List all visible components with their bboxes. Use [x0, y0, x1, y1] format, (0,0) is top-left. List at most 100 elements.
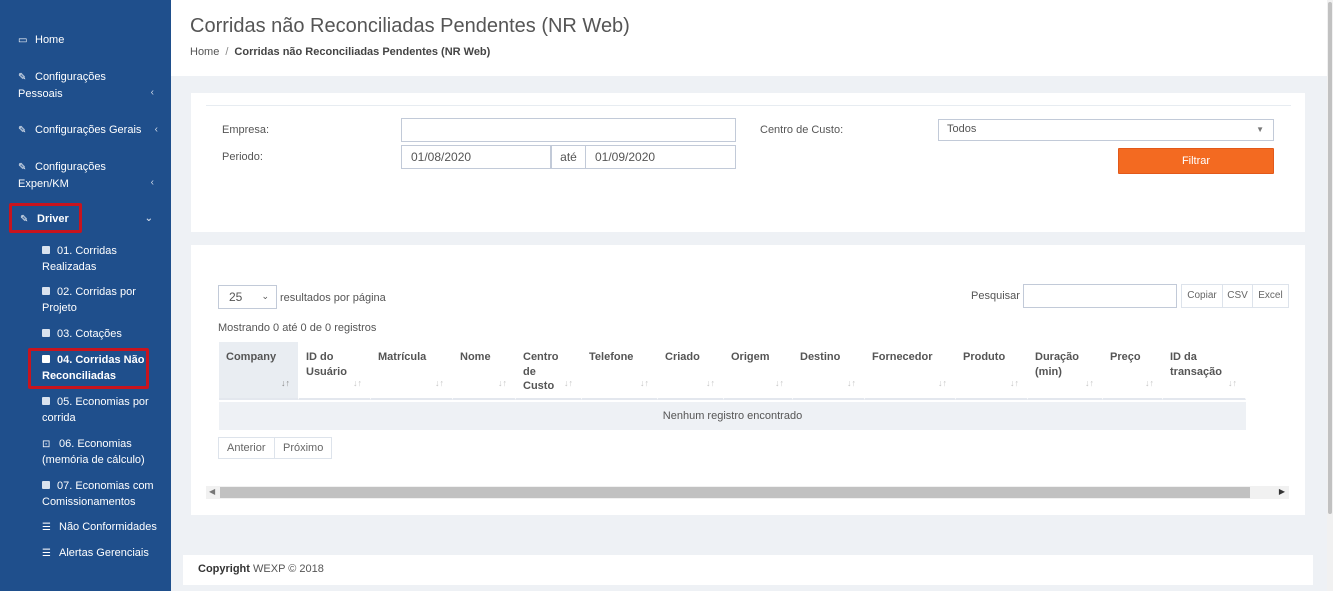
column-header-label: Nome — [460, 351, 491, 363]
sidebar-item-config-expen[interactable]: ✎ Configurações Expen/KM ‹ — [18, 159, 166, 192]
column-header-nome[interactable]: Nome ↓↑ — [453, 342, 516, 400]
centro-custo-label: Centro de Custo: — [760, 124, 844, 136]
next-page-button[interactable]: Próximo — [274, 437, 333, 459]
date-to-input[interactable] — [585, 145, 736, 169]
sidebar-subitem-economias-comissionamentos[interactable]: 07. Economias com Comissionamentos — [42, 479, 167, 510]
copy-button[interactable]: Copiar — [1181, 284, 1223, 308]
sort-icon: ↓↑ — [435, 377, 444, 388]
file-icon — [42, 329, 50, 337]
column-header-centro-custo[interactable]: Centro de Custo ↓↑ — [516, 342, 582, 400]
column-header-label: ID do Usuário — [306, 351, 347, 378]
breadcrumb-separator: / — [225, 46, 229, 58]
file-icon — [42, 355, 50, 363]
page-length-value: 25 — [229, 290, 243, 304]
page-length-select[interactable]: 25 ⌄ — [218, 285, 277, 309]
sidebar-subitem-cotacoes[interactable]: 03. Cotações — [42, 327, 162, 343]
sidebar-subitem-label: 02. Corridas por — [57, 286, 136, 298]
sort-icon: ↓↑ — [640, 377, 649, 388]
date-range-separator: até — [551, 145, 586, 169]
sidebar-subitem-economias-memoria[interactable]: ⊡ 06. Economias (memória de cálculo) — [42, 437, 167, 468]
footer: Copyright WEXP © 2018 — [183, 555, 1313, 585]
chevron-down-icon: ⌄ — [261, 291, 269, 301]
calculator-icon: ⊡ — [42, 439, 51, 450]
sidebar-subitem-label-line2: Reconciliadas — [42, 369, 116, 382]
sidebar-item-config-gerais[interactable]: ✎ Configurações Gerais ‹ — [18, 122, 166, 139]
table-scrollbar-thumb[interactable] — [220, 487, 1250, 498]
column-header-label: Criado — [665, 351, 700, 363]
excel-button[interactable]: Excel — [1252, 284, 1289, 308]
sidebar-subitem-label: Não Conformidades — [59, 521, 157, 533]
sidebar-subitem-label-line2: corrida — [42, 411, 76, 424]
column-header-origem[interactable]: Origem ↓↑ — [724, 342, 793, 400]
file-icon — [42, 397, 50, 405]
empresa-label: Empresa: — [222, 124, 270, 136]
sidebar-subitem-label: 05. Economias por — [57, 396, 149, 408]
column-header-telefone[interactable]: Telefone ↓↑ — [582, 342, 658, 400]
table-horizontal-scrollbar[interactable]: ◀ ▶ — [206, 486, 1289, 499]
column-header-criado[interactable]: Criado ↓↑ — [658, 342, 724, 400]
column-header-duracao[interactable]: Duração (min) ↓↑ — [1028, 342, 1103, 400]
column-header-id-usuario[interactable]: ID do Usuário ↓↑ — [299, 342, 371, 400]
column-header-preco[interactable]: Preço ↓↑ — [1103, 342, 1163, 400]
search-input[interactable] — [1023, 284, 1177, 308]
page-scrollbar[interactable] — [1327, 0, 1333, 591]
csv-button[interactable]: CSV — [1222, 284, 1253, 308]
sidebar-subitem-economias-corrida[interactable]: 05. Economias por corrida — [42, 395, 162, 426]
empresa-input[interactable] — [401, 118, 736, 142]
sidebar-subitem-label-line2: Projeto — [42, 301, 77, 314]
centro-custo-select[interactable]: Todos ▼ — [938, 119, 1274, 141]
scroll-right-icon[interactable]: ▶ — [1279, 487, 1285, 496]
caret-down-icon: ▼ — [1256, 125, 1264, 134]
edit-icon: ✎ — [18, 162, 27, 173]
sidebar-subitem-alertas-gerenciais[interactable]: ☰ Alertas Gerenciais — [42, 546, 167, 562]
sidebar-subitem-nao-conformidades[interactable]: ☰ Não Conformidades — [42, 520, 167, 536]
edit-icon: ✎ — [18, 72, 27, 83]
sort-icon: ↓↑ — [706, 377, 715, 388]
prev-page-button[interactable]: Anterior — [218, 437, 275, 459]
sort-icon: ↓↑ — [938, 377, 947, 388]
column-header-id-transacao[interactable]: ID da transação ↓↑ — [1163, 342, 1246, 400]
sidebar-subitem-corridas-projeto[interactable]: 02. Corridas por Projeto — [42, 285, 162, 316]
column-header-destino[interactable]: Destino ↓↑ — [793, 342, 865, 400]
column-header-matricula[interactable]: Matrícula ↓↑ — [371, 342, 453, 400]
edit-icon: ✎ — [20, 214, 29, 225]
file-icon — [42, 246, 50, 254]
sort-icon: ↓↑ — [775, 377, 784, 388]
sort-icon: ↓↑ — [847, 377, 856, 388]
sidebar-item-driver[interactable]: ✎ Driver ⌄ — [20, 211, 168, 228]
chevron-down-icon: ⌄ — [144, 213, 153, 224]
sort-icon: ↓↑ — [1010, 377, 1019, 388]
sidebar-item-home[interactable]: ▭ Home — [18, 32, 166, 49]
page-scrollbar-thumb[interactable] — [1328, 2, 1332, 514]
sort-asc-icon: ↓↑ — [281, 377, 290, 388]
column-header-fornecedor[interactable]: Fornecedor ↓↑ — [865, 342, 956, 400]
file-icon — [42, 481, 50, 489]
sidebar-item-label: Configurações Gerais — [35, 124, 142, 136]
column-header-label: Produto — [963, 351, 1006, 363]
chevron-left-icon: ‹ — [154, 124, 158, 135]
chevron-left-icon: ‹ — [150, 177, 154, 188]
sort-icon: ↓↑ — [564, 377, 573, 388]
column-header-label: Preço — [1110, 351, 1141, 363]
sidebar-subitem-label: 04. Corridas Não — [57, 354, 145, 366]
filter-button[interactable]: Filtrar — [1118, 148, 1274, 174]
date-from-input[interactable] — [401, 145, 551, 169]
page-header: Corridas não Reconciliadas Pendentes (NR… — [171, 0, 1327, 76]
breadcrumb: Home / Corridas não Reconciliadas Pendente… — [190, 46, 490, 58]
column-header-produto[interactable]: Produto ↓↑ — [956, 342, 1028, 400]
sidebar-item-label: Home — [35, 34, 65, 46]
sidebar-subitem-corridas-nao-reconciliadas[interactable]: 04. Corridas Não Reconciliadas — [42, 353, 162, 384]
list-icon: ☰ — [42, 522, 51, 533]
sort-icon: ↓↑ — [1228, 377, 1237, 388]
breadcrumb-home[interactable]: Home — [190, 46, 219, 58]
sidebar-subitem-label-line2: Comissionamentos — [42, 495, 136, 508]
sidebar-subitem-corridas-realizadas[interactable]: 01. Corridas Realizadas — [42, 244, 162, 275]
filter-panel: Empresa: Periodo: até Centro de Custo: T… — [191, 93, 1305, 232]
scroll-left-icon[interactable]: ◀ — [209, 487, 215, 496]
column-header-company[interactable]: Company ↓↑ — [219, 342, 299, 400]
sidebar-item-config-pessoais[interactable]: ✎ Configurações Pessoais ‹ — [18, 69, 166, 102]
sidebar-item-label: Driver — [37, 213, 69, 225]
file-icon — [42, 287, 50, 295]
sidebar-item-label-line2: Expen/KM — [18, 178, 69, 190]
column-header-label: Centro de Custo — [523, 351, 559, 392]
